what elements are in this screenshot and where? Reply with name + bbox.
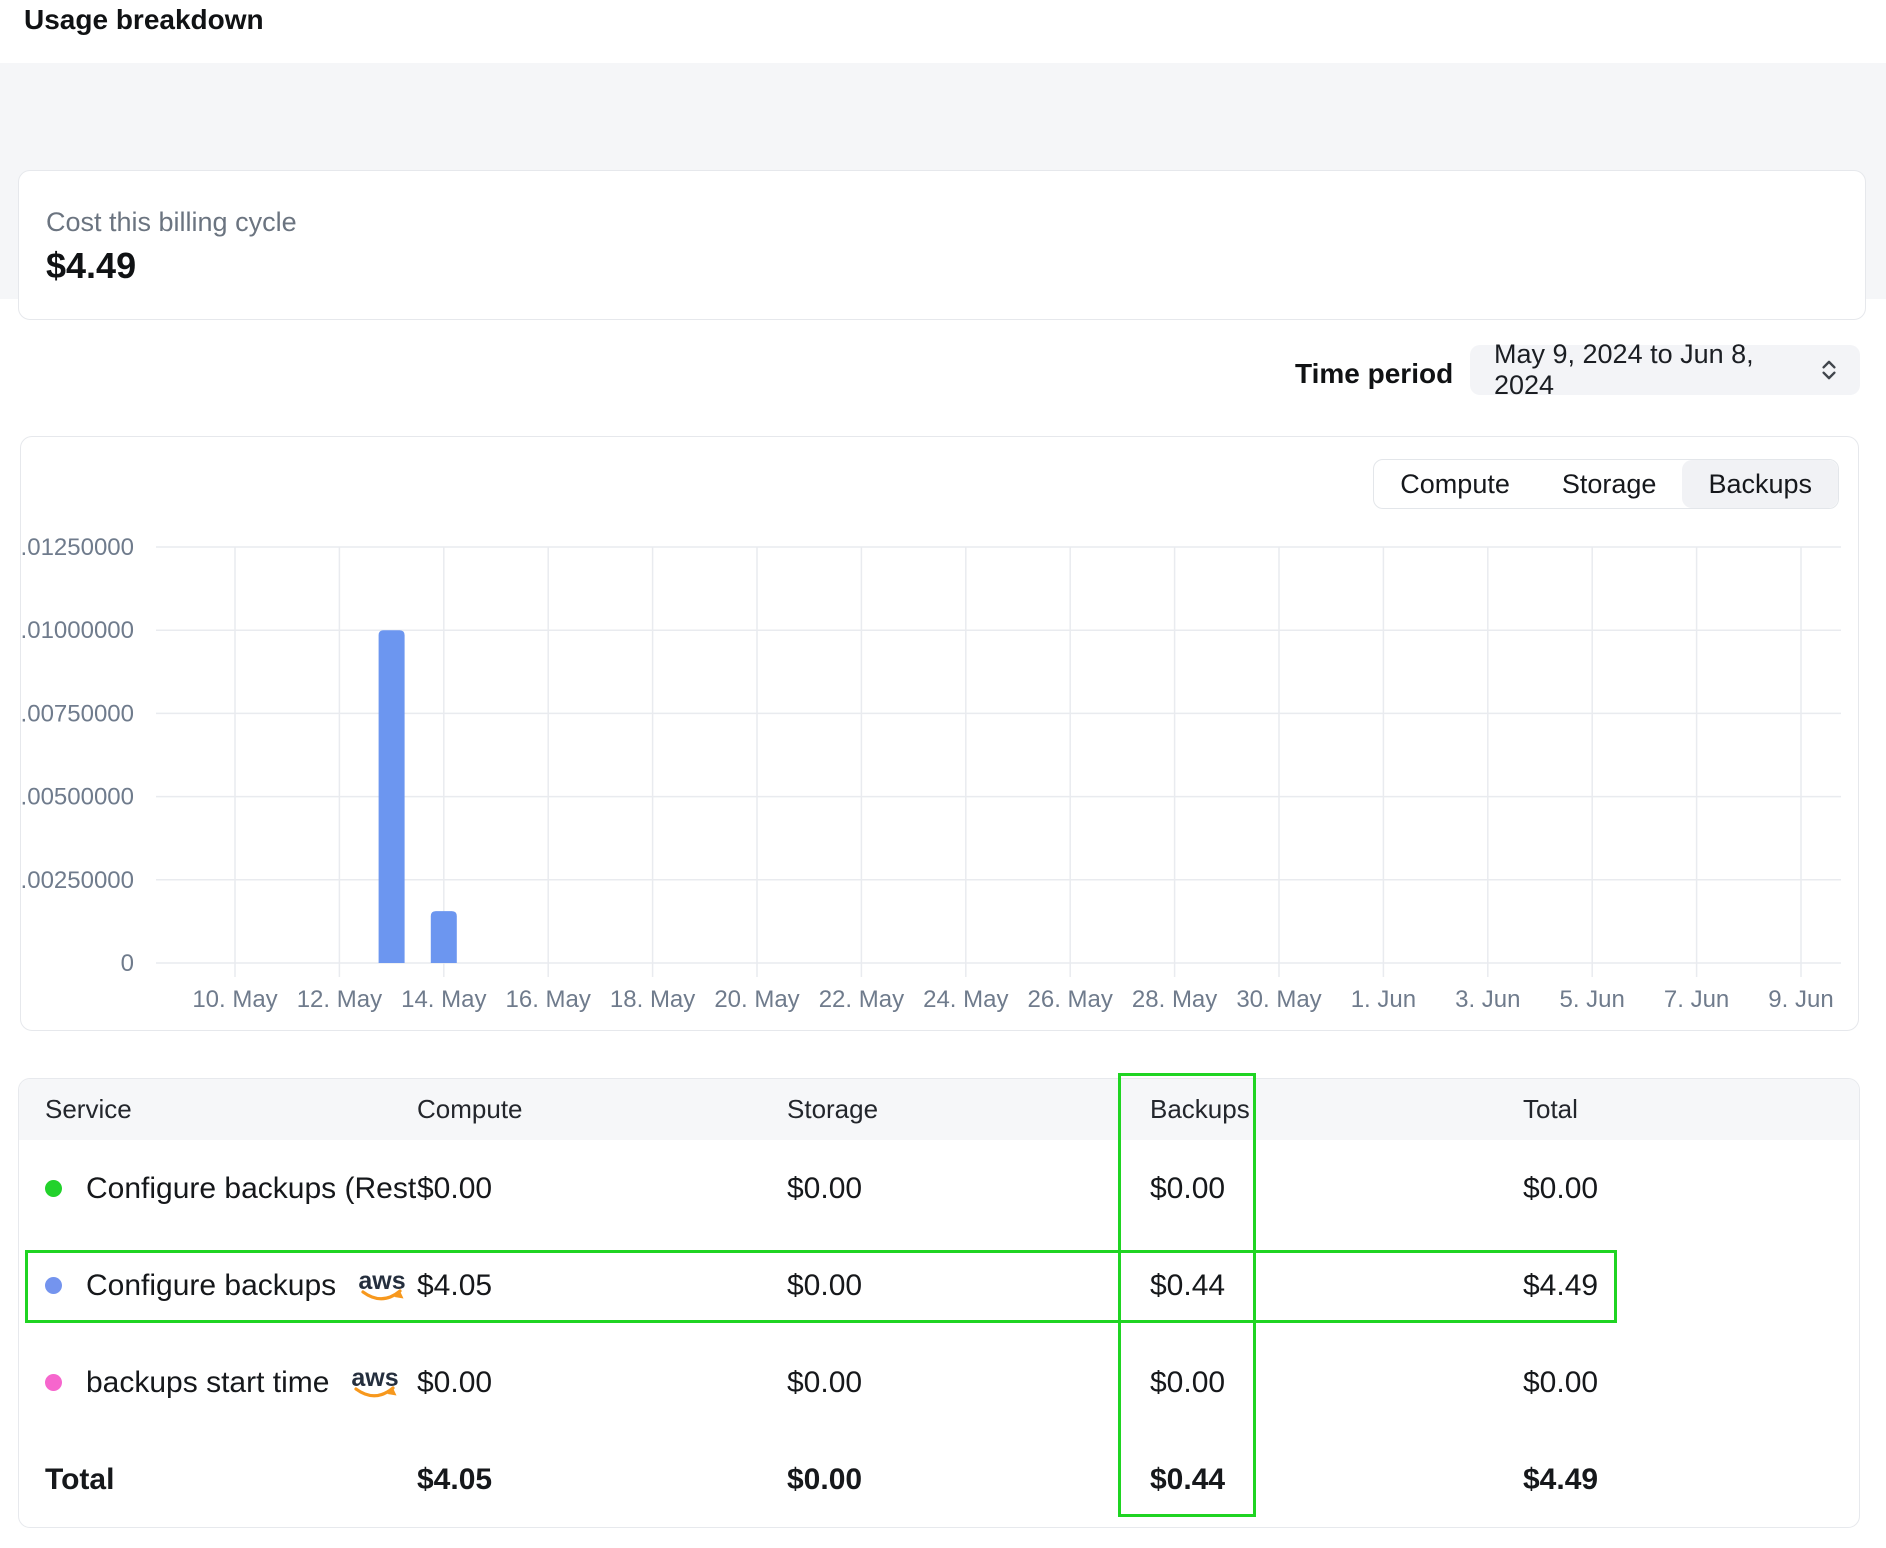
- cell-compute: $4.05: [417, 1269, 787, 1303]
- table-header-row: Service Compute Storage Backups Total: [19, 1079, 1859, 1140]
- series-color-dot: [45, 1374, 62, 1391]
- svg-text:.01000000: .01000000: [21, 617, 134, 644]
- cell-backups: $0.00: [1150, 1366, 1523, 1400]
- svg-text:7. Jun: 7. Jun: [1664, 986, 1729, 1013]
- usage-bar-chart: 10. May 12. May 14. May 16. May 18. May 20. M…: [21, 437, 1860, 1032]
- cell-backups: $0.00: [1150, 1172, 1523, 1206]
- service-name: Configure backups: [86, 1269, 336, 1303]
- cell-total: $0.00: [1523, 1172, 1859, 1206]
- col-header-total: Total: [1523, 1094, 1859, 1125]
- svg-text:.00750000: .00750000: [21, 700, 134, 727]
- usage-breakdown-table: Service Compute Storage Backups Total Co…: [18, 1078, 1860, 1528]
- time-period-label: Time period: [1295, 358, 1453, 390]
- chart-metric-tabs: Compute Storage Backups: [1373, 459, 1839, 509]
- svg-text:.00500000: .00500000: [21, 784, 134, 811]
- total-label: Total: [45, 1463, 417, 1497]
- svg-text:12. May: 12. May: [297, 986, 382, 1013]
- table-row: Configure backups aws $4.05 $0.00 $0.44 …: [19, 1237, 1859, 1334]
- svg-text:14. May: 14. May: [401, 986, 486, 1013]
- svg-text:1. Jun: 1. Jun: [1351, 986, 1416, 1013]
- billing-cycle-label: Cost this billing cycle: [46, 207, 297, 238]
- svg-text:.00250000: .00250000: [21, 867, 134, 894]
- svg-text:9. Jun: 9. Jun: [1768, 986, 1833, 1013]
- svg-text:5. Jun: 5. Jun: [1560, 986, 1625, 1013]
- cell-total: $4.49: [1523, 1269, 1859, 1303]
- page-title: Usage breakdown: [24, 4, 264, 36]
- col-header-storage: Storage: [787, 1094, 1150, 1125]
- cell-compute: $0.00: [417, 1172, 787, 1206]
- service-name: backups start time: [86, 1366, 329, 1400]
- series-color-dot: [45, 1180, 62, 1197]
- svg-text:10. May: 10. May: [192, 986, 277, 1013]
- table-row: Configure backups (Resto aws $0.00 $0.00…: [19, 1140, 1859, 1237]
- table-row: backups start time aws $0.00 $0.00 $0.00…: [19, 1334, 1859, 1431]
- svg-text:18. May: 18. May: [610, 986, 695, 1013]
- cell-storage: $0.00: [787, 1366, 1150, 1400]
- service-name: Configure backups (Resto: [86, 1172, 417, 1206]
- col-header-backups: Backups: [1150, 1094, 1523, 1125]
- col-header-service: Service: [45, 1094, 417, 1125]
- chevron-up-down-icon: [1816, 357, 1842, 383]
- tab-backups[interactable]: Backups: [1682, 460, 1838, 508]
- tab-compute[interactable]: Compute: [1374, 460, 1536, 508]
- cell-total: $0.00: [1523, 1366, 1859, 1400]
- svg-text:24. May: 24. May: [923, 986, 1008, 1013]
- svg-text:22. May: 22. May: [819, 986, 904, 1013]
- total-cell-storage: $0.00: [787, 1463, 1150, 1497]
- svg-text:26. May: 26. May: [1028, 986, 1113, 1013]
- cell-storage: $0.00: [787, 1269, 1150, 1303]
- table-total-row: Total $4.05 $0.00 $0.44 $4.49: [19, 1431, 1859, 1528]
- billing-cycle-card: Cost this billing cycle $4.49: [18, 170, 1866, 320]
- total-cell-total: $4.49: [1523, 1463, 1859, 1497]
- aws-logo-icon: aws: [354, 1268, 410, 1304]
- total-cell-compute: $4.05: [417, 1463, 787, 1497]
- billing-cycle-amount: $4.49: [46, 245, 136, 287]
- svg-text:.01250000: .01250000: [21, 534, 134, 561]
- tab-storage[interactable]: Storage: [1536, 460, 1683, 508]
- svg-text:0: 0: [121, 950, 134, 977]
- aws-logo-icon: aws: [347, 1365, 403, 1401]
- col-header-compute: Compute: [417, 1094, 787, 1125]
- total-cell-backups: $0.44: [1150, 1463, 1523, 1497]
- series-color-dot: [45, 1277, 62, 1294]
- time-period-select[interactable]: May 9, 2024 to Jun 8, 2024: [1470, 345, 1860, 395]
- cell-compute: $0.00: [417, 1366, 787, 1400]
- cell-backups: $0.44: [1150, 1269, 1523, 1303]
- usage-chart-card: 10. May 12. May 14. May 16. May 18. May 20. M…: [20, 436, 1859, 1031]
- svg-text:20. May: 20. May: [714, 986, 799, 1013]
- time-period-value: May 9, 2024 to Jun 8, 2024: [1494, 339, 1816, 401]
- svg-text:16. May: 16. May: [506, 986, 591, 1013]
- svg-text:28. May: 28. May: [1132, 986, 1217, 1013]
- billing-summary-section: Cost this billing cycle $4.49: [0, 63, 1886, 299]
- svg-text:30. May: 30. May: [1236, 986, 1321, 1013]
- svg-text:3. Jun: 3. Jun: [1455, 986, 1520, 1013]
- cell-storage: $0.00: [787, 1172, 1150, 1206]
